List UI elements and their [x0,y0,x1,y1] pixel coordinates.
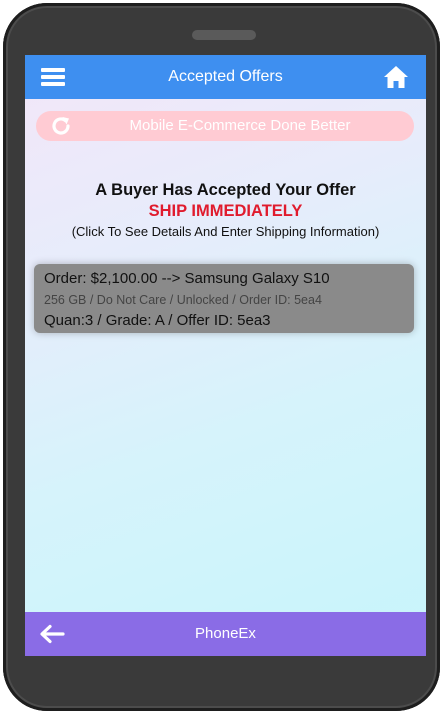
hamburger-menu-icon[interactable] [41,68,65,86]
back-arrow-icon[interactable] [39,624,65,644]
accepted-offer-headline: A Buyer Has Accepted Your Offer [95,181,356,199]
refresh-icon[interactable] [48,114,74,138]
tagline-banner: Mobile E-Commerce Done Better [36,111,414,141]
page-title: Accepted Offers [168,68,283,85]
app-screen: Accepted Offers Mobile E-Commerce Done B… [25,55,426,656]
offer-list-item[interactable]: Order: $2,100.00 --> Samsung Galaxy S10 … [34,264,414,333]
ship-immediately-alert: SHIP IMMEDIATELY [148,202,303,220]
shipping-instructions: (Click To See Details And Enter Shipping… [71,224,380,239]
offer-order-summary: Order: $2,100.00 --> Samsung Galaxy S10 [44,270,330,287]
bottom-app-bar: PhoneEx [25,612,426,656]
top-app-bar: Accepted Offers [25,55,426,99]
home-icon[interactable] [383,65,409,89]
phone-speaker [192,30,256,40]
tagline-text: Mobile E-Commerce Done Better [129,117,351,134]
phone-frame: Accepted Offers Mobile E-Commerce Done B… [3,3,440,711]
offer-quantity-grade: Quan:3 / Grade: A / Offer ID: 5ea3 [44,312,271,329]
offer-specs: 256 GB / Do Not Care / Unlocked / Order … [44,293,322,307]
app-name: PhoneEx [195,625,256,642]
